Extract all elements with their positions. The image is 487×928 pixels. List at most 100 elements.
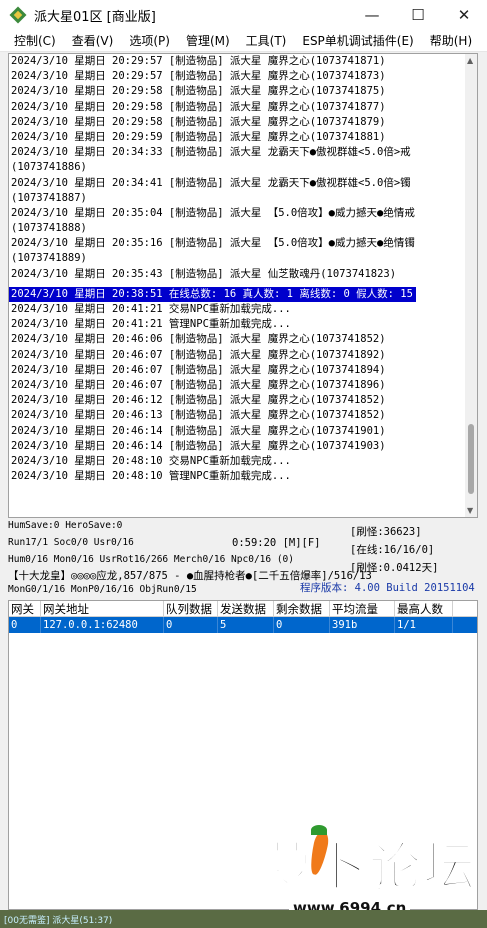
scroll-up-icon[interactable]: ▲ <box>467 56 473 65</box>
menu-help[interactable]: 帮助(H) <box>422 32 480 49</box>
log-row: 2024/3/10 星期日 20:35:43 [制造物品] 派大星 仙芝散魂丹(… <box>9 267 477 282</box>
log-line[interactable]: 2024/3/10 星期日 20:29:58 [制造物品] 派大星 魔界之心(1… <box>9 115 477 130</box>
status-hum-counts: Hum0/16 Mon0/16 UsrRot16/266 Merch0/16 N… <box>8 554 294 565</box>
log-line[interactable]: (1073741887) <box>9 191 477 206</box>
menu-view[interactable]: 查看(V) <box>64 32 122 49</box>
app-window: 派大星01区 [商业版] — ☐ ✕ 控制(C) 查看(V) 选项(P) 管理(… <box>0 0 487 928</box>
log-line[interactable]: (1073741888) <box>9 221 477 236</box>
col-max-users[interactable]: 最高人数 <box>395 601 453 616</box>
log-row: 2024/3/10 星期日 20:46:07 [制造物品] 派大星 魔界之心(1… <box>9 378 477 393</box>
log-row: 2024/3/10 星期日 20:35:04 [制造物品] 派大星 【5.0倍攻… <box>9 206 477 221</box>
log-line[interactable]: 2024/3/10 星期日 20:29:58 [制造物品] 派大星 魔界之心(1… <box>9 84 477 99</box>
log-line-selected[interactable]: 2024/3/10 星期日 20:38:51 在线总数: 16 真人数: 1 离… <box>9 286 416 302</box>
log-line[interactable]: 2024/3/10 星期日 20:48:10 交易NPC重新加载完成... <box>9 454 477 469</box>
log-line[interactable]: 2024/3/10 星期日 20:34:33 [制造物品] 派大星 龙霸天下●傲… <box>9 145 477 160</box>
cell-queue-data: 0 <box>164 617 218 633</box>
log-row: 2024/3/10 星期日 20:34:41 [制造物品] 派大星 龙霸天下●傲… <box>9 176 477 191</box>
forum-watermark: 萝卜论坛 www.6994.cn <box>255 825 480 920</box>
menu-tools[interactable]: 工具(T) <box>238 32 295 49</box>
carrot-leaf-icon <box>311 825 327 835</box>
log-line[interactable]: 2024/3/10 星期日 20:46:13 [制造物品] 派大星 魔界之心(1… <box>9 408 477 423</box>
log-row: 2024/3/10 星期日 20:29:58 [制造物品] 派大星 魔界之心(1… <box>9 115 477 130</box>
log-row: 2024/3/10 星期日 20:46:14 [制造物品] 派大星 魔界之心(1… <box>9 439 477 454</box>
log-line[interactable]: 2024/3/10 星期日 20:46:06 [制造物品] 派大星 魔界之心(1… <box>9 332 477 347</box>
log-row: 2024/3/10 星期日 20:38:51 在线总数: 16 真人数: 1 离… <box>9 282 477 302</box>
log-line[interactable]: 2024/3/10 星期日 20:48:10 管理NPC重新加载完成... <box>9 469 477 484</box>
log-row: 2024/3/10 星期日 20:29:58 [制造物品] 派大星 魔界之心(1… <box>9 84 477 99</box>
program-version: 程序版本: 4.00 Build 20151104 <box>300 582 475 594</box>
log-line[interactable]: 2024/3/10 星期日 20:35:16 [制造物品] 派大星 【5.0倍攻… <box>9 236 477 251</box>
log-row: 2024/3/10 星期日 20:29:57 [制造物品] 派大星 魔界之心(1… <box>9 54 477 69</box>
status-area: HumSave:0 HeroSave:0 [刷怪:36623] Run17/1 … <box>0 518 487 600</box>
app-logo-icon <box>9 6 27 24</box>
menu-esp-debug-plugin[interactable]: ESP单机调试插件(E) <box>294 32 421 49</box>
status-save-counts: HumSave:0 HeroSave:0 <box>8 520 123 531</box>
log-row: 2024/3/10 星期日 20:29:58 [制造物品] 派大星 魔界之心(1… <box>9 100 477 115</box>
log-line[interactable]: 2024/3/10 星期日 20:29:58 [制造物品] 派大星 魔界之心(1… <box>9 100 477 115</box>
log-line[interactable]: 2024/3/10 星期日 20:35:43 [制造物品] 派大星 仙芝散魂丹(… <box>9 267 477 282</box>
log-panel[interactable]: 2024/3/10 星期日 20:29:57 [制造物品] 派大星 魔界之心(1… <box>8 53 478 518</box>
log-row: 2024/3/10 星期日 20:29:57 [制造物品] 派大星 魔界之心(1… <box>9 69 477 84</box>
maximize-button[interactable]: ☐ <box>395 0 441 30</box>
menu-bar: 控制(C) 查看(V) 选项(P) 管理(M) 工具(T) ESP单机调试插件(… <box>0 30 487 52</box>
background-game-text: [00无需鉴] 派大星(51:37) <box>4 916 113 926</box>
log-line[interactable]: 2024/3/10 星期日 20:46:07 [制造物品] 派大星 魔界之心(1… <box>9 378 477 393</box>
log-row: 2024/3/10 星期日 20:46:06 [制造物品] 派大星 魔界之心(1… <box>9 332 477 347</box>
log-line[interactable]: 2024/3/10 星期日 20:35:04 [制造物品] 派大星 【5.0倍攻… <box>9 206 477 221</box>
title-bar[interactable]: 派大星01区 [商业版] — ☐ ✕ <box>0 0 487 30</box>
log-row: 2024/3/10 星期日 20:46:13 [制造物品] 派大星 魔界之心(1… <box>9 408 477 423</box>
log-line[interactable]: 2024/3/10 星期日 20:46:14 [制造物品] 派大星 魔界之心(1… <box>9 439 477 454</box>
menu-manage[interactable]: 管理(M) <box>178 32 238 49</box>
minimize-button[interactable]: — <box>349 0 395 30</box>
log-row: 2024/3/10 星期日 20:41:21 交易NPC重新加载完成... <box>9 302 477 317</box>
log-row: 2024/3/10 星期日 20:48:10 管理NPC重新加载完成... <box>9 469 477 484</box>
log-line[interactable]: 2024/3/10 星期日 20:46:07 [制造物品] 派大星 魔界之心(1… <box>9 363 477 378</box>
menu-options[interactable]: 选项(P) <box>121 32 178 49</box>
log-row: 2024/3/10 星期日 20:46:07 [制造物品] 派大星 魔界之心(1… <box>9 348 477 363</box>
log-line[interactable]: 2024/3/10 星期日 20:29:57 [制造物品] 派大星 魔界之心(1… <box>9 54 477 69</box>
status-clock: 0:59:20 [M][F] <box>232 537 321 549</box>
log-line[interactable]: (1073741889) <box>9 251 477 266</box>
table-row[interactable]: 0 127.0.0.1:62480 0 5 0 391b 1/1 <box>9 617 477 633</box>
status-run-counts: Run17/1 Soc0/0 Usr0/16 <box>8 537 134 548</box>
log-row: 2024/3/10 星期日 20:35:16 [制造物品] 派大星 【5.0倍攻… <box>9 236 477 251</box>
log-line[interactable]: 2024/3/10 星期日 20:46:07 [制造物品] 派大星 魔界之心(1… <box>9 348 477 363</box>
window-controls: — ☐ ✕ <box>349 0 487 30</box>
log-row: 2024/3/10 星期日 20:46:07 [制造物品] 派大星 魔界之心(1… <box>9 363 477 378</box>
log-line[interactable]: 2024/3/10 星期日 20:46:14 [制造物品] 派大星 魔界之心(1… <box>9 424 477 439</box>
col-queue-data[interactable]: 队列数据 <box>164 601 218 616</box>
col-remaining-data[interactable]: 剩余数据 <box>274 601 330 616</box>
scroll-down-icon[interactable]: ▼ <box>467 506 473 515</box>
log-line[interactable]: 2024/3/10 星期日 20:46:12 [制造物品] 派大星 魔界之心(1… <box>9 393 477 408</box>
cell-remaining-data: 0 <box>274 617 330 633</box>
log-scrollbar[interactable]: ▲ ▼ <box>465 54 477 517</box>
log-row: (1073741888) <box>9 221 477 236</box>
cell-gateway-address: 127.0.0.1:62480 <box>41 617 164 633</box>
log-line[interactable]: 2024/3/10 星期日 20:34:41 [制造物品] 派大星 龙霸天下●傲… <box>9 176 477 191</box>
log-line[interactable]: 2024/3/10 星期日 20:29:57 [制造物品] 派大星 魔界之心(1… <box>9 69 477 84</box>
cell-average-traffic: 391b <box>330 617 395 633</box>
col-send-data[interactable]: 发送数据 <box>218 601 274 616</box>
log-line[interactable]: 2024/3/10 星期日 20:41:21 交易NPC重新加载完成... <box>9 302 477 317</box>
log-row: 2024/3/10 星期日 20:34:33 [制造物品] 派大星 龙霸天下●傲… <box>9 145 477 160</box>
close-button[interactable]: ✕ <box>441 0 487 30</box>
col-average-traffic[interactable]: 平均流量 <box>330 601 395 616</box>
log-row: (1073741886) <box>9 160 477 175</box>
log-row: 2024/3/10 星期日 20:29:59 [制造物品] 派大星 魔界之心(1… <box>9 130 477 145</box>
col-gateway-address[interactable]: 网关地址 <box>41 601 164 616</box>
log-line[interactable]: 2024/3/10 星期日 20:41:21 管理NPC重新加载完成... <box>9 317 477 332</box>
scroll-thumb[interactable] <box>468 424 474 494</box>
log-row: (1073741889) <box>9 251 477 266</box>
watermark-brand: 萝卜论坛 <box>260 837 478 899</box>
col-gateway[interactable]: 网关 <box>9 601 41 616</box>
log-row: 2024/3/10 星期日 20:41:21 管理NPC重新加载完成... <box>9 317 477 332</box>
cell-send-data: 5 <box>218 617 274 633</box>
log-line[interactable]: 2024/3/10 星期日 20:29:59 [制造物品] 派大星 魔界之心(1… <box>9 130 477 145</box>
cell-gateway: 0 <box>9 617 41 633</box>
menu-control[interactable]: 控制(C) <box>6 32 64 49</box>
log-line[interactable]: (1073741886) <box>9 160 477 175</box>
log-row: 2024/3/10 星期日 20:46:12 [制造物品] 派大星 魔界之心(1… <box>9 393 477 408</box>
window-title: 派大星01区 [商业版] <box>34 9 156 25</box>
log-row: 2024/3/10 星期日 20:48:10 交易NPC重新加载完成... <box>9 454 477 469</box>
log-list: 2024/3/10 星期日 20:29:57 [制造物品] 派大星 魔界之心(1… <box>9 54 477 484</box>
